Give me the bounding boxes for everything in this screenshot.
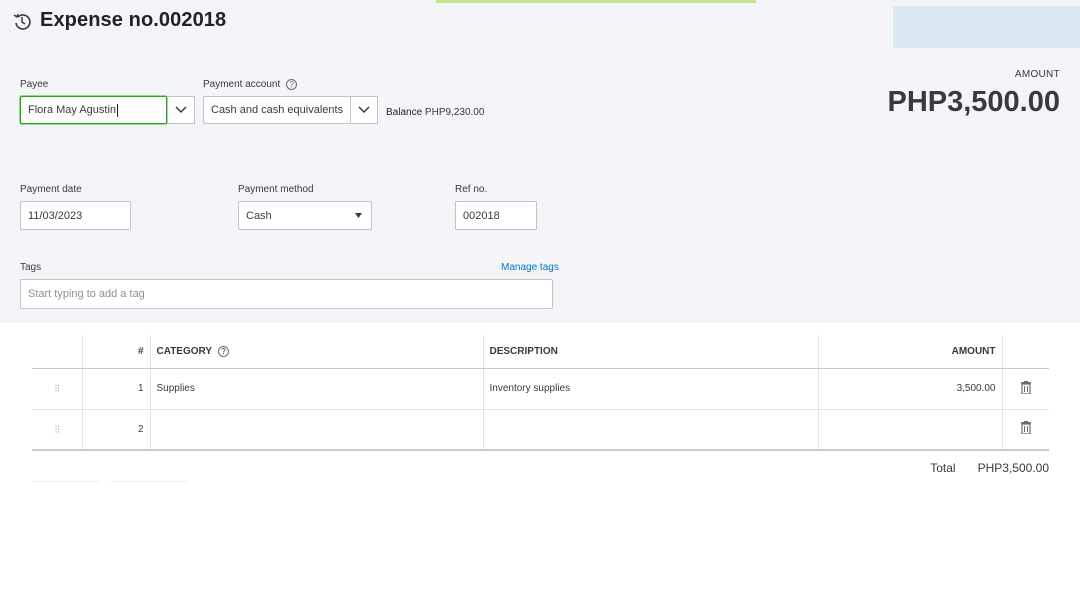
- ref-no-input[interactable]: 002018: [455, 201, 537, 230]
- clear-lines-button-placeholder: [111, 481, 188, 482]
- payment-method-label: Payment method: [238, 184, 314, 195]
- category-cell[interactable]: Supplies: [150, 368, 484, 410]
- total-row: Total PHP3,500.00: [930, 461, 1049, 475]
- trash-icon: [1020, 380, 1031, 395]
- account-balance: Balance PHP9,230.00: [386, 107, 484, 118]
- description-cell[interactable]: Inventory supplies: [483, 368, 819, 410]
- manage-tags-link[interactable]: Manage tags: [501, 262, 559, 273]
- drag-handle-icon[interactable]: ⁝⁝: [32, 368, 83, 410]
- category-cell[interactable]: [150, 409, 484, 451]
- payment-account-label: Payment account: [203, 79, 281, 91]
- balance-label: Balance: [386, 107, 423, 118]
- progress-accent-bar: [436, 0, 756, 3]
- table-row[interactable]: ⁝⁝ 2: [32, 409, 1049, 451]
- amount-label: AMOUNT: [1014, 69, 1060, 80]
- payment-account-label-group: Payment account?: [203, 79, 298, 91]
- payee-input[interactable]: Flora May Agustin: [20, 96, 167, 124]
- line-number-cell: 1: [82, 368, 151, 410]
- delete-row-button[interactable]: [1002, 409, 1049, 451]
- amount-header: AMOUNT: [818, 335, 1003, 369]
- drag-handle-icon[interactable]: ⁝⁝: [32, 409, 83, 451]
- recurring-clock-icon: [13, 13, 31, 30]
- chevron-down-icon: [175, 106, 187, 114]
- payee-label: Payee: [20, 79, 49, 90]
- table-header-row: # CATEGORY? DESCRIPTION AMOUNT: [32, 335, 1049, 369]
- delete-row-button[interactable]: [1002, 368, 1049, 410]
- add-lines-button-placeholder: [32, 481, 100, 482]
- ref-no-label: Ref no.: [455, 184, 488, 195]
- payment-method-select[interactable]: Cash: [238, 201, 372, 230]
- description-cell[interactable]: [483, 409, 819, 451]
- tags-label: Tags: [20, 262, 42, 273]
- payment-date-value: 11/03/2023: [28, 209, 83, 222]
- amount-cell[interactable]: 3,500.00: [818, 368, 1003, 410]
- amount-cell[interactable]: [818, 409, 1003, 451]
- expense-form-header: [0, 0, 1080, 323]
- payment-account-select[interactable]: Cash and cash equivalents: [203, 96, 351, 124]
- category-header-label: CATEGORY: [156, 345, 213, 357]
- ref-no-value: 002018: [463, 209, 500, 222]
- payee-dropdown-button[interactable]: [167, 96, 195, 124]
- caret-down-icon: [355, 213, 362, 218]
- header-right-panel: [893, 6, 1080, 48]
- payment-date-label: Payment date: [20, 184, 82, 195]
- payment-method-value: Cash: [246, 209, 272, 222]
- payee-value: Flora May Agustin: [28, 104, 117, 116]
- help-icon[interactable]: ?: [286, 79, 298, 90]
- text-cursor: [117, 103, 119, 117]
- drag-column-header: [32, 335, 83, 369]
- help-icon[interactable]: ?: [218, 345, 230, 357]
- payment-account-dropdown-button[interactable]: [350, 96, 378, 124]
- table-row[interactable]: ⁝⁝ 1 Supplies Inventory supplies 3,500.0…: [32, 368, 1049, 410]
- page-title-group: Expense no.002018: [12, 9, 226, 32]
- tags-placeholder: Start typing to add a tag: [28, 288, 145, 300]
- balance-value: PHP9,230.00: [424, 107, 485, 118]
- category-details-table: # CATEGORY? DESCRIPTION AMOUNT ⁝⁝ 1 Supp…: [32, 335, 1049, 451]
- line-number-header: #: [82, 335, 151, 369]
- trash-icon: [1020, 421, 1031, 435]
- actions-column-header: [1002, 335, 1049, 369]
- total-label: Total: [930, 461, 956, 475]
- description-header: DESCRIPTION: [483, 335, 819, 369]
- tags-input[interactable]: Start typing to add a tag: [20, 279, 553, 309]
- total-value: PHP3,500.00: [977, 461, 1049, 475]
- category-header: CATEGORY?: [150, 335, 484, 369]
- amount-total-display: PHP3,500.00: [887, 86, 1060, 118]
- line-number-cell: 2: [82, 409, 151, 451]
- payment-date-input[interactable]: 11/03/2023: [20, 201, 131, 230]
- payment-account-value: Cash and cash equivalents: [211, 104, 344, 116]
- page-title: Expense no.002018: [40, 9, 227, 31]
- chevron-down-icon: [358, 106, 370, 114]
